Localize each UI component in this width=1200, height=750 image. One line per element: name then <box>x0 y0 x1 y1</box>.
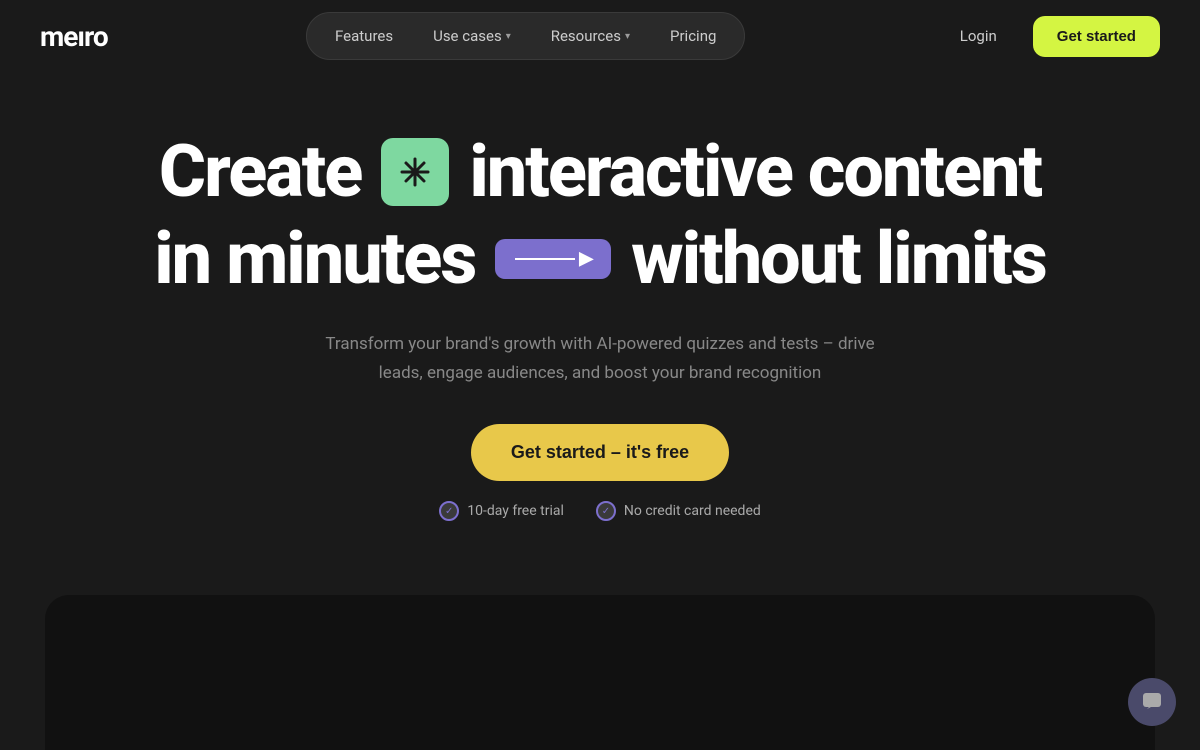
hero-title-in-minutes: in minutes <box>154 219 475 298</box>
check-icon-no-credit: ✓ <box>596 501 616 521</box>
hero-subtitle: Transform your brand's growth with AI-po… <box>320 330 880 388</box>
chevron-down-icon: ▾ <box>625 31 630 42</box>
arrow-icon: ▶ <box>495 239 611 279</box>
trust-row: ✓ 10-day free trial ✓ No credit card nee… <box>439 501 761 521</box>
check-icon-trial: ✓ <box>439 501 459 521</box>
chevron-down-icon: ▾ <box>506 31 511 42</box>
nav-menu: Features Use cases ▾ Resources ▾ Pricing <box>306 12 745 60</box>
hero-title-create: Create <box>159 132 361 211</box>
hero-title: Create interactive content in minutes ▶ … <box>154 132 1046 298</box>
hero-title-interactive-content: interactive content <box>469 132 1041 211</box>
interactive-icon <box>381 138 449 206</box>
nav-resources[interactable]: Resources ▾ <box>533 19 648 53</box>
logo: meıro <box>40 20 108 53</box>
navbar: meıro Features Use cases ▾ Resources ▾ P… <box>0 0 1200 72</box>
trust-item-trial: ✓ 10-day free trial <box>439 501 564 521</box>
nav-use-cases[interactable]: Use cases ▾ <box>415 19 529 53</box>
hero-section: Create interactive content in minutes ▶ … <box>0 72 1200 521</box>
nav-pricing[interactable]: Pricing <box>652 19 734 53</box>
bottom-preview-card <box>45 595 1155 750</box>
nav-features[interactable]: Features <box>317 19 411 53</box>
chat-bubble-button[interactable] <box>1128 678 1176 726</box>
cta-button[interactable]: Get started – it's free <box>471 424 729 481</box>
get-started-nav-button[interactable]: Get started <box>1033 16 1160 57</box>
trust-item-no-credit: ✓ No credit card needed <box>596 501 761 521</box>
login-button[interactable]: Login <box>944 19 1013 53</box>
nav-actions: Login Get started <box>944 16 1160 57</box>
hero-title-without-limits: without limits <box>631 219 1046 298</box>
